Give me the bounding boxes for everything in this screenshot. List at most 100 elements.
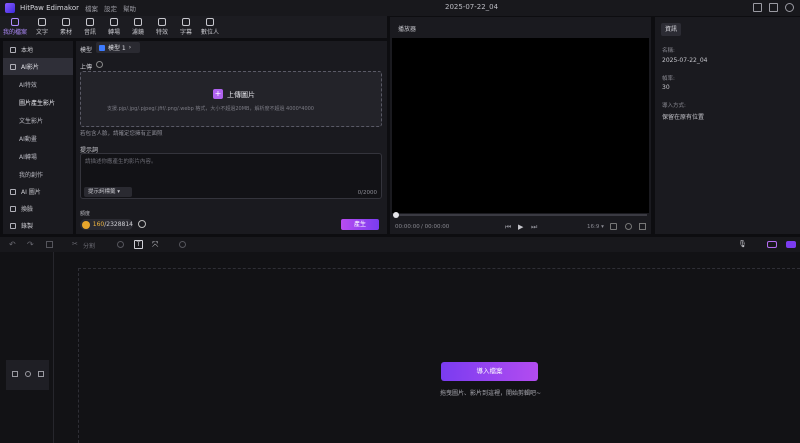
nav-ai-image[interactable]: AI 圖片: [3, 183, 73, 200]
model-value: 模型 1: [108, 45, 126, 52]
aspect-ratio-select[interactable]: 16:9 ▾: [587, 224, 604, 230]
import-files-button[interactable]: 導入檔案: [441, 362, 538, 381]
tab-transitions[interactable]: 轉場: [102, 16, 126, 38]
player-title: 播放器: [398, 26, 417, 33]
tab-assets[interactable]: 素材: [54, 16, 78, 38]
snapshot-icon[interactable]: [610, 223, 617, 230]
app-logo-icon: [5, 3, 15, 13]
account-icon[interactable]: [785, 3, 794, 12]
nav-face-swap[interactable]: 換臉: [3, 200, 73, 217]
tab-text[interactable]: 文字: [30, 16, 54, 38]
tab-my-files[interactable]: 我的檔案: [0, 16, 30, 38]
project-title: 2025-07-22_04: [445, 3, 499, 11]
effects-icon: [158, 18, 166, 26]
visibility-icon[interactable]: [25, 371, 31, 377]
app-name: HitPaw Edimakor: [20, 4, 79, 12]
tab-label: 特效: [155, 29, 168, 36]
media-toolbar: 我的檔案 文字 素材 音訊 轉場 濾鏡 特效 字幕 數位人: [0, 16, 387, 38]
fps-value: 30: [662, 84, 670, 91]
faceswap-icon: [10, 205, 16, 212]
export-icon[interactable]: [753, 3, 762, 12]
assets-icon: [62, 18, 70, 26]
char-max: /2000: [361, 190, 377, 196]
tab-audio[interactable]: 音訊: [78, 16, 102, 38]
transition-icon: [110, 18, 118, 26]
upload-hint: 支援.pjp/.jpg/.pjpeg/.jfif/.png/.webp 格式，大…: [107, 106, 314, 112]
refresh-icon[interactable]: [138, 220, 146, 228]
avatar-icon: [206, 18, 214, 26]
nav-ai-transition[interactable]: AI轉場: [3, 147, 73, 165]
model-icon: [99, 44, 105, 51]
tab-subtitles[interactable]: 字幕: [174, 16, 198, 38]
tab-label: 我的檔案: [2, 29, 27, 36]
upload-button-label: 上傳圖片: [227, 91, 255, 99]
nav-my-creations[interactable]: 我的創作: [3, 165, 73, 183]
menu-file[interactable]: 檔案: [85, 3, 98, 13]
time-total: / 00:00:00: [421, 224, 450, 230]
prompt-textarea[interactable]: 請描述你應產生的影片內容。 提示詞標籤 ▾ 0/2000: [80, 153, 382, 199]
tab-label: 音訊: [83, 29, 96, 36]
tab-digital-human[interactable]: 數位人: [198, 16, 222, 38]
text-tool-icon[interactable]: T: [134, 240, 143, 249]
filter-icon: [134, 18, 142, 26]
ai-video-icon: [10, 63, 16, 70]
link-icon[interactable]: [767, 241, 777, 248]
info-icon: [96, 61, 103, 68]
nav-record[interactable]: 錄製: [3, 217, 73, 234]
image-to-video-panel: 模型 模型 1 › 上傳 + 上傳圖片 支援.pjp/.jpg/.pjpeg/.…: [76, 41, 387, 234]
scrubber-handle[interactable]: [393, 212, 399, 218]
ai-image-icon: [10, 188, 16, 195]
nav-text-to-video[interactable]: 文生影片: [3, 111, 73, 129]
nav-image-to-video[interactable]: 圖片產生影片: [3, 93, 73, 111]
scrubber-track[interactable]: [394, 214, 647, 216]
prompt-tag-dropdown[interactable]: 提示詞標籤 ▾: [84, 187, 132, 197]
delete-icon[interactable]: [46, 241, 53, 248]
char-counter: 0/2000: [358, 190, 377, 196]
record-icon: [10, 222, 16, 229]
speed-icon[interactable]: [117, 241, 124, 248]
model-select[interactable]: 模型 1 ›: [96, 42, 140, 53]
player-panel: 播放器 00:00:00 / 00:00:00 ⏮ ▶ ⏭ 16:9 ▾: [390, 17, 651, 234]
microphone-icon[interactable]: 🎙: [738, 240, 747, 248]
menu-help[interactable]: 幫助: [123, 3, 136, 13]
prev-frame-icon[interactable]: ⏮: [505, 223, 511, 232]
nav-ai-animation[interactable]: AI動畫: [3, 129, 73, 147]
title-bar: HitPaw Edimakor 檔案 設定 幫助 2025-07-22_04: [0, 0, 800, 16]
folder-icon: [10, 46, 16, 53]
nav-ai-effects[interactable]: AI特效: [3, 75, 73, 93]
chevron-right-icon: ›: [128, 44, 132, 51]
import-method-value: 保留在原有位置: [662, 114, 705, 121]
import-method-label: 導入方式:: [662, 103, 686, 109]
snap-icon[interactable]: [786, 241, 796, 248]
tab-label: 轉場: [107, 29, 120, 36]
tab-effects[interactable]: 特效: [150, 16, 174, 38]
credits-used: 160: [92, 221, 105, 228]
nav-ai-video[interactable]: AI影片: [3, 58, 73, 75]
feedback-icon[interactable]: [769, 3, 778, 12]
lock-icon[interactable]: [38, 371, 44, 377]
tab-label: 數位人: [200, 29, 219, 36]
menu-settings[interactable]: 設定: [104, 3, 117, 13]
tab-filters[interactable]: 濾鏡: [126, 16, 150, 38]
generate-button[interactable]: 產生: [341, 219, 379, 230]
next-frame-icon[interactable]: ⏭: [531, 223, 537, 232]
timeline-drop-area[interactable]: [78, 268, 800, 443]
prompt-placeholder: 請描述你應產生的影片內容。: [85, 159, 157, 165]
settings-icon[interactable]: [625, 223, 632, 230]
track-icon: [12, 371, 18, 377]
undo-icon[interactable]: ↶: [9, 240, 16, 249]
tab-info[interactable]: 資訊: [661, 23, 681, 36]
scissors-icon[interactable]: ✂: [72, 240, 78, 248]
more-icon[interactable]: [179, 241, 186, 248]
fullscreen-icon[interactable]: [639, 223, 646, 230]
upload-note: 若包含人臉，請確定您擁有正面照: [80, 131, 163, 137]
play-icon[interactable]: ▶: [518, 223, 523, 231]
nav-local[interactable]: 本地: [3, 41, 73, 58]
redo-icon[interactable]: ↷: [27, 240, 34, 249]
crop-icon[interactable]: ⤧: [152, 240, 158, 250]
folder-icon: [11, 18, 19, 26]
credits-total: /2328814: [104, 221, 133, 228]
upload-dropzone[interactable]: + 上傳圖片 支援.pjp/.jpg/.pjpeg/.jfif/.png/.we…: [80, 71, 382, 127]
nav-label: 換臉: [21, 206, 34, 213]
track-header: [6, 360, 49, 390]
